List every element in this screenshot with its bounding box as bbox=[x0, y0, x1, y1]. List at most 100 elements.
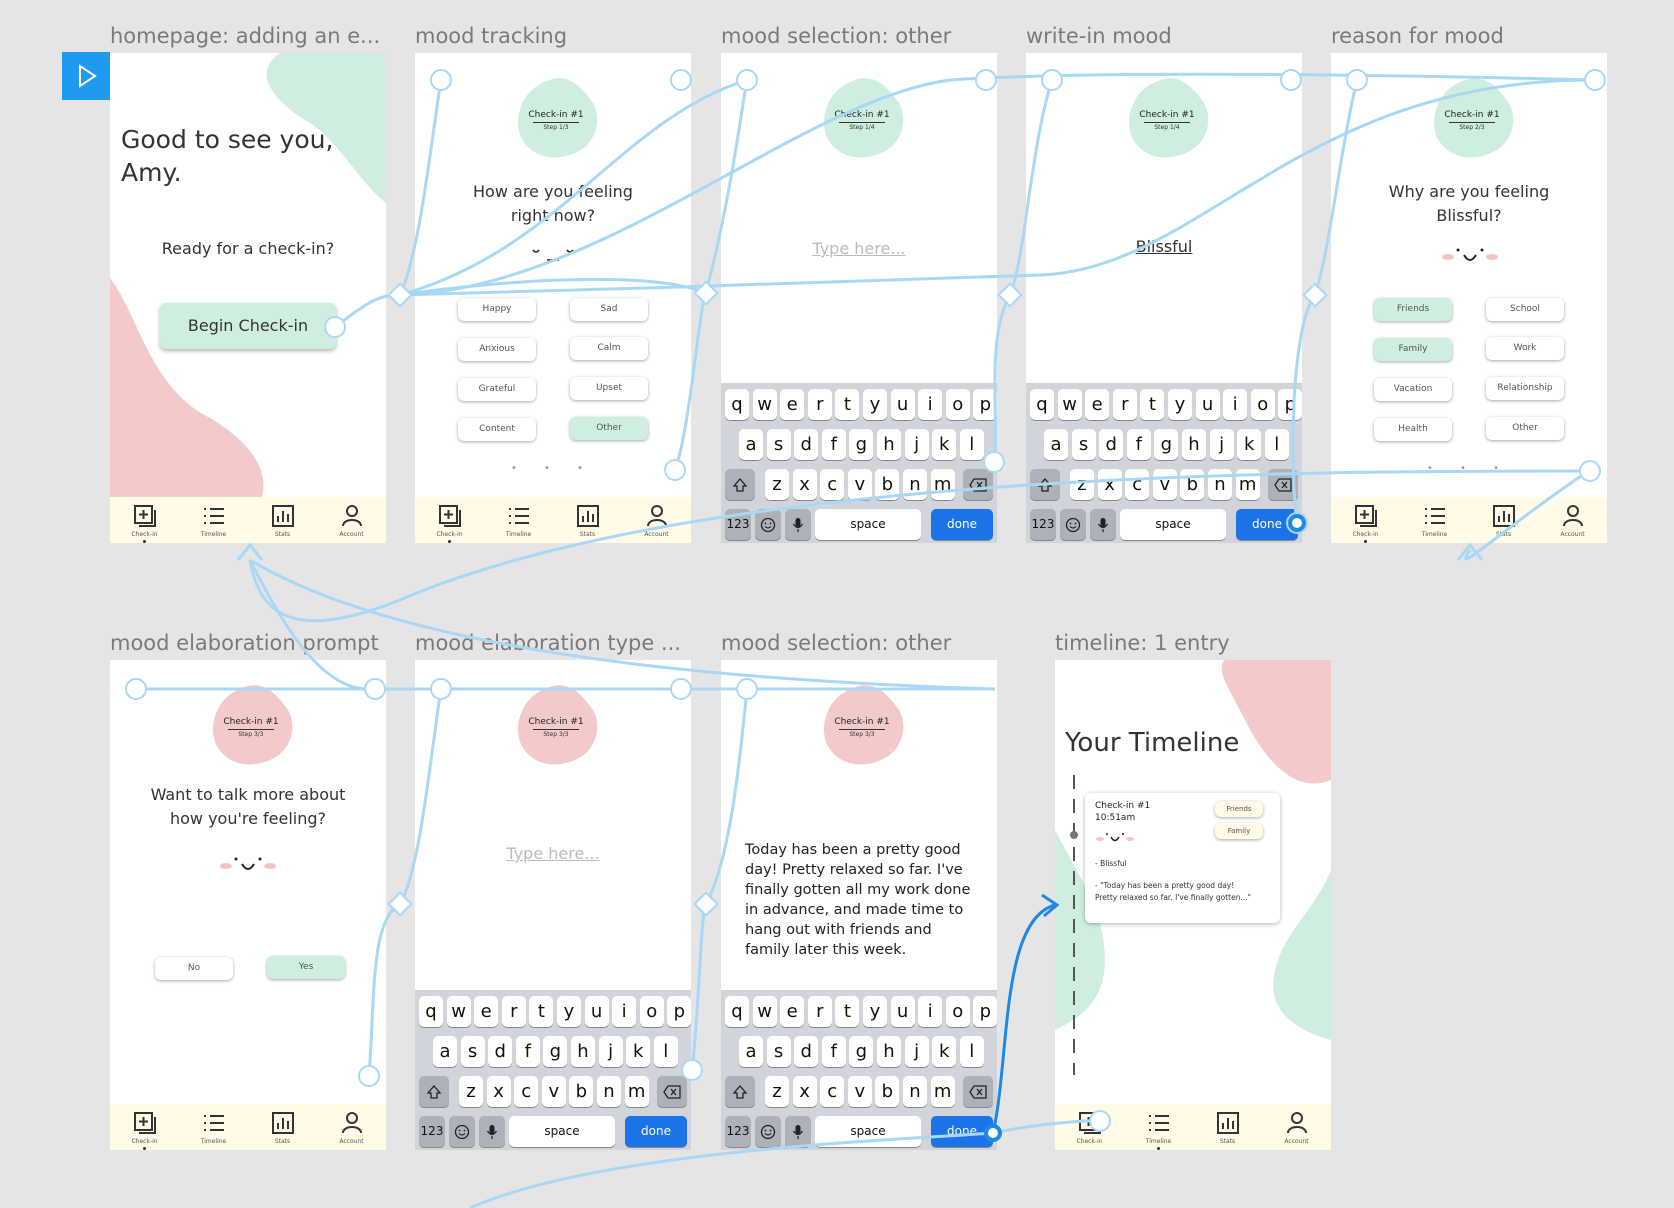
key-g[interactable]: g bbox=[1154, 429, 1179, 460]
shift-key[interactable] bbox=[419, 1076, 449, 1107]
emoji-key[interactable] bbox=[755, 509, 781, 540]
mic-key[interactable] bbox=[1090, 509, 1116, 540]
key-k[interactable]: k bbox=[626, 1036, 651, 1067]
key-g[interactable]: g bbox=[543, 1036, 568, 1067]
key-n[interactable]: n bbox=[597, 1076, 621, 1107]
tab-checkin[interactable]: Check-in bbox=[110, 497, 179, 543]
tab-stats[interactable]: Stats bbox=[248, 1104, 317, 1150]
reason-chip-friends[interactable]: Friends bbox=[1374, 298, 1452, 321]
key-n[interactable]: n bbox=[903, 1076, 927, 1107]
key-l[interactable]: l bbox=[959, 1036, 984, 1067]
mood-chip-other[interactable]: Other bbox=[570, 417, 648, 440]
key-y[interactable]: y bbox=[557, 996, 581, 1027]
key-e[interactable]: e bbox=[780, 996, 805, 1027]
key-h[interactable]: h bbox=[877, 1036, 901, 1067]
mood-input-filled[interactable]: Blissful bbox=[1026, 237, 1302, 256]
mood-chip-content[interactable]: Content bbox=[458, 418, 536, 441]
space-key[interactable]: space bbox=[1120, 509, 1226, 540]
key-m[interactable]: m bbox=[930, 1076, 955, 1107]
key-w[interactable]: w bbox=[1057, 389, 1082, 420]
prototype-play-button[interactable] bbox=[62, 52, 110, 100]
key-v[interactable]: v bbox=[847, 469, 872, 500]
numbers-key[interactable]: 123 bbox=[725, 509, 751, 540]
key-u[interactable]: u bbox=[890, 389, 915, 420]
key-c[interactable]: c bbox=[1125, 469, 1150, 500]
elaboration-text[interactable]: Today has been a pretty good day! Pretty… bbox=[745, 840, 975, 960]
key-p[interactable]: p bbox=[1278, 389, 1302, 420]
key-f[interactable]: f bbox=[821, 1036, 846, 1067]
key-t[interactable]: t bbox=[1140, 389, 1165, 420]
key-j[interactable]: j bbox=[1209, 429, 1234, 460]
key-r[interactable]: r bbox=[807, 996, 832, 1027]
no-button[interactable]: No bbox=[155, 957, 233, 980]
mood-chip-anxious[interactable]: Anxious bbox=[458, 338, 536, 361]
emoji-key[interactable] bbox=[755, 1116, 781, 1147]
key-s[interactable]: s bbox=[1071, 429, 1096, 460]
key-j[interactable]: j bbox=[904, 1036, 929, 1067]
mood-chip-upset[interactable]: Upset bbox=[570, 377, 648, 400]
key-x[interactable]: x bbox=[486, 1076, 511, 1107]
tab-stats[interactable]: Stats bbox=[553, 497, 622, 543]
key-t[interactable]: t bbox=[529, 996, 554, 1027]
key-l[interactable]: l bbox=[1264, 429, 1289, 460]
key-x[interactable]: x bbox=[792, 469, 817, 500]
tab-checkin[interactable]: Check-in bbox=[1331, 497, 1400, 543]
key-a[interactable]: a bbox=[739, 1036, 763, 1067]
begin-checkin-button[interactable]: Begin Check-in bbox=[160, 303, 336, 349]
key-b[interactable]: b bbox=[1180, 469, 1205, 500]
key-d[interactable]: d bbox=[488, 1036, 513, 1067]
key-c[interactable]: c bbox=[820, 1076, 845, 1107]
mood-chip-happy[interactable]: Happy bbox=[458, 298, 536, 321]
key-w[interactable]: w bbox=[752, 996, 777, 1027]
key-j[interactable]: j bbox=[598, 1036, 623, 1067]
key-g[interactable]: g bbox=[849, 1036, 874, 1067]
key-x[interactable]: x bbox=[792, 1076, 817, 1107]
key-i[interactable]: i bbox=[1223, 389, 1248, 420]
key-j[interactable]: j bbox=[904, 429, 929, 460]
key-w[interactable]: w bbox=[446, 996, 471, 1027]
key-z[interactable]: z bbox=[459, 1076, 483, 1107]
key-l[interactable]: l bbox=[653, 1036, 678, 1067]
key-z[interactable]: z bbox=[1070, 469, 1094, 500]
done-key[interactable]: done bbox=[931, 1116, 993, 1147]
numbers-key[interactable]: 123 bbox=[725, 1116, 751, 1147]
reason-chip-relationship[interactable]: Relationship bbox=[1486, 377, 1564, 400]
space-key[interactable]: space bbox=[509, 1116, 615, 1147]
key-q[interactable]: q bbox=[1030, 389, 1054, 420]
key-n[interactable]: n bbox=[1208, 469, 1232, 500]
key-m[interactable]: m bbox=[624, 1076, 649, 1107]
reason-chip-school[interactable]: School bbox=[1486, 298, 1564, 321]
key-c[interactable]: c bbox=[820, 469, 845, 500]
tab-timeline[interactable]: Timeline bbox=[1400, 497, 1469, 543]
tab-timeline[interactable]: Timeline bbox=[1124, 1104, 1193, 1150]
key-u[interactable]: u bbox=[890, 996, 915, 1027]
tab-checkin[interactable]: Check-in bbox=[110, 1104, 179, 1150]
key-t[interactable]: t bbox=[835, 389, 860, 420]
key-x[interactable]: x bbox=[1097, 469, 1122, 500]
key-a[interactable]: a bbox=[739, 429, 763, 460]
numbers-key[interactable]: 123 bbox=[419, 1116, 445, 1147]
key-s[interactable]: s bbox=[460, 1036, 485, 1067]
mood-chip-grateful[interactable]: Grateful bbox=[458, 378, 536, 401]
key-b[interactable]: b bbox=[569, 1076, 594, 1107]
key-u[interactable]: u bbox=[1195, 389, 1220, 420]
reason-chip-work[interactable]: Work bbox=[1486, 337, 1564, 360]
done-key[interactable]: done bbox=[931, 509, 993, 540]
key-r[interactable]: r bbox=[501, 996, 526, 1027]
key-h[interactable]: h bbox=[571, 1036, 595, 1067]
key-z[interactable]: z bbox=[765, 469, 789, 500]
key-b[interactable]: b bbox=[875, 469, 900, 500]
key-r[interactable]: r bbox=[807, 389, 832, 420]
tab-account[interactable]: Account bbox=[317, 1104, 386, 1150]
reason-chip-other[interactable]: Other bbox=[1486, 417, 1564, 440]
key-h[interactable]: h bbox=[877, 429, 901, 460]
mic-key[interactable] bbox=[479, 1116, 505, 1147]
tab-checkin[interactable]: Check-in bbox=[1055, 1104, 1124, 1150]
mood-chip-calm[interactable]: Calm bbox=[570, 337, 648, 360]
timeline-entry-card[interactable]: Check-in #1 10:51am Friends Family - Bli… bbox=[1085, 793, 1280, 923]
key-w[interactable]: w bbox=[752, 389, 777, 420]
tab-account[interactable]: Account bbox=[1262, 1104, 1331, 1150]
tab-timeline[interactable]: Timeline bbox=[484, 497, 553, 543]
backspace-key[interactable] bbox=[1268, 469, 1298, 500]
shift-key[interactable] bbox=[725, 1076, 755, 1107]
